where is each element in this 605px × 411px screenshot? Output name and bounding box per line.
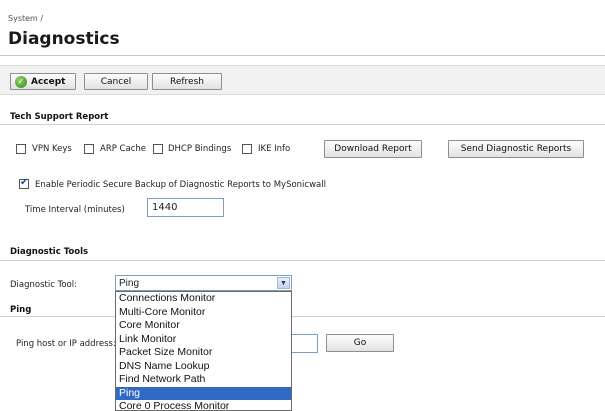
page-title: Diagnostics xyxy=(8,29,120,49)
diagnostic-tool-selected-value: Ping xyxy=(119,277,140,289)
breadcrumb[interactable]: System / xyxy=(8,14,43,23)
interval-input[interactable]: 1440 xyxy=(147,198,224,217)
dropdown-option-multi-core-monitor[interactable]: Multi-Core Monitor xyxy=(116,306,291,320)
diagnostic-tool-select[interactable]: Ping ▼ xyxy=(115,275,292,291)
download-report-button[interactable]: Download Report xyxy=(324,140,422,158)
title-divider xyxy=(0,55,605,56)
ike-info-checkbox[interactable] xyxy=(242,144,252,154)
dropdown-option-connections-monitor[interactable]: Connections Monitor xyxy=(116,292,291,306)
dropdown-option-ping[interactable]: Ping xyxy=(116,386,291,400)
vpn-keys-label: VPN Keys xyxy=(32,144,72,154)
diagnostic-tools-divider xyxy=(0,260,605,261)
dropdown-option-core-0-process-monitor[interactable]: Core 0 Process Monitor xyxy=(116,400,291,410)
checkmark-icon: ✓ xyxy=(15,75,27,88)
dhcp-bindings-checkbox[interactable] xyxy=(153,144,163,154)
interval-label: Time Interval (minutes) xyxy=(25,205,125,215)
dropdown-option-link-monitor[interactable]: Link Monitor xyxy=(116,333,291,347)
chevron-down-icon[interactable]: ▼ xyxy=(277,277,290,289)
vpn-keys-checkbox[interactable] xyxy=(16,144,26,154)
diagnostic-tool-label: Diagnostic Tool: xyxy=(10,280,77,290)
arp-cache-checkbox[interactable] xyxy=(84,144,94,154)
ping-host-label: Ping host or IP address: xyxy=(16,339,116,349)
diagnostic-tools-section-title: Diagnostic Tools xyxy=(10,247,89,257)
cancel-button[interactable]: Cancel xyxy=(84,73,148,90)
dropdown-option-dns-name-lookup[interactable]: DNS Name Lookup xyxy=(116,360,291,374)
ping-divider xyxy=(0,316,605,317)
dropdown-option-find-network-path[interactable]: Find Network Path xyxy=(116,373,291,387)
dropdown-option-packet-size-monitor[interactable]: Packet Size Monitor xyxy=(116,346,291,360)
tech-support-section-title: Tech Support Report xyxy=(10,112,109,122)
arp-cache-label: ARP Cache xyxy=(100,144,146,154)
dropdown-option-core-monitor[interactable]: Core Monitor xyxy=(116,319,291,333)
refresh-button[interactable]: Refresh xyxy=(152,73,222,90)
periodic-backup-label: Enable Periodic Secure Backup of Diagnos… xyxy=(35,180,326,190)
ike-info-label: IKE Info xyxy=(258,144,291,154)
accept-button-label: Accept xyxy=(31,76,66,87)
go-button[interactable]: Go xyxy=(326,334,394,352)
tech-support-divider xyxy=(0,124,605,125)
accept-button[interactable]: ✓ Accept xyxy=(10,73,76,90)
diagnostic-tool-dropdown-list: Connections Monitor Multi-Core Monitor C… xyxy=(115,291,292,411)
dhcp-bindings-label: DHCP Bindings xyxy=(168,144,232,154)
periodic-backup-checkbox[interactable] xyxy=(19,177,29,189)
ping-section-title: Ping xyxy=(10,305,32,315)
send-diagnostic-reports-button[interactable]: Send Diagnostic Reports xyxy=(448,140,584,158)
